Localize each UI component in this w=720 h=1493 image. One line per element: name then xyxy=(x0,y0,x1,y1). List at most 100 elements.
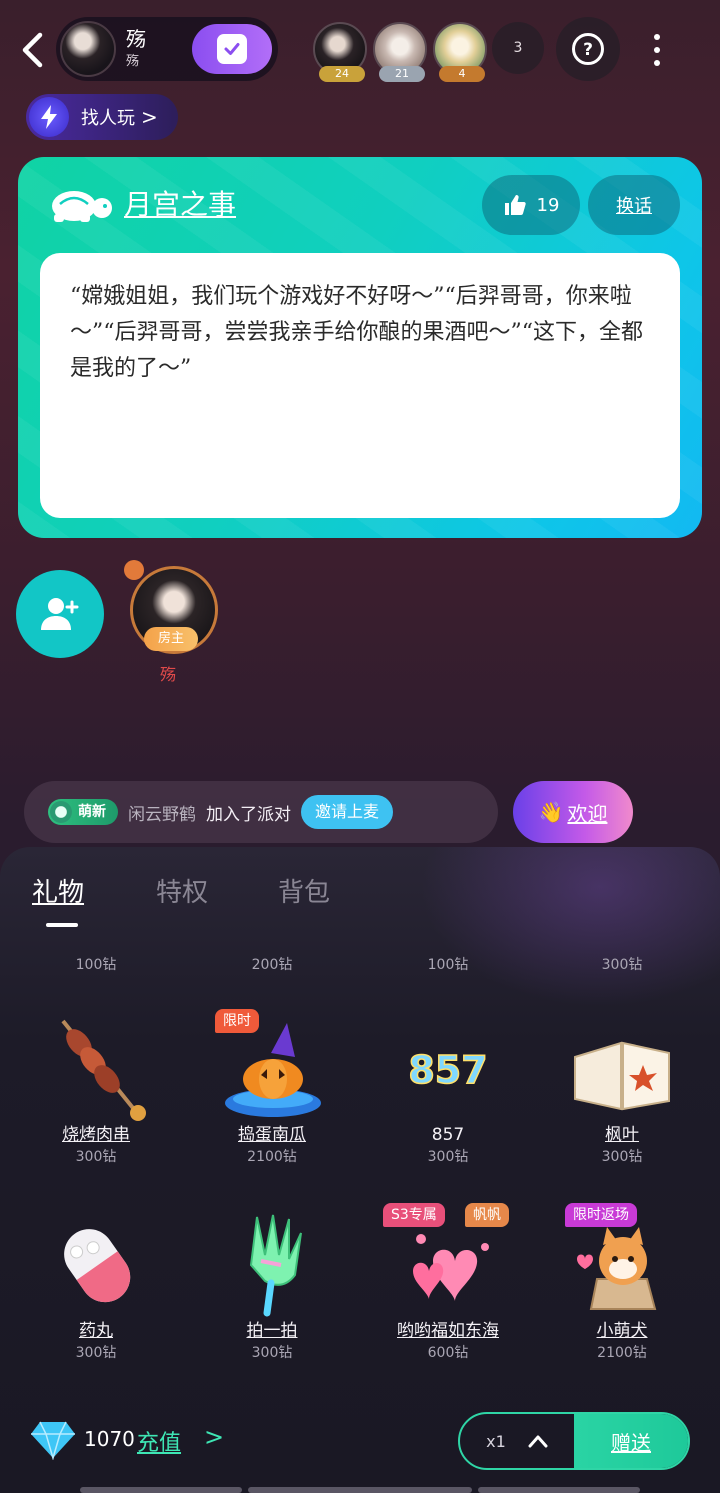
gift-price: 300钻 xyxy=(75,1345,117,1361)
nav-indicator xyxy=(478,1487,640,1493)
gift-price: 100钻 xyxy=(427,957,469,973)
svg-text:?: ? xyxy=(583,40,593,60)
tab-backpack[interactable]: 背包 xyxy=(278,875,330,911)
add-seat-button[interactable] xyxy=(16,570,104,658)
gift-item[interactable]: 857 857 300钻 xyxy=(378,1013,518,1167)
gift-price: 100钻 xyxy=(75,957,117,973)
more-dot xyxy=(654,47,660,53)
quantity-selector[interactable]: x1 xyxy=(460,1414,574,1468)
online-count-button[interactable]: 3 xyxy=(492,22,544,74)
nav-indicator xyxy=(248,1487,472,1493)
gift-name: 小萌犬 xyxy=(596,1321,648,1341)
s3-exclusive-tag: S3专属 xyxy=(383,1203,445,1227)
gift-name: 哟哟福如东海 xyxy=(397,1321,499,1341)
gift-price: 300钻 xyxy=(75,1149,117,1165)
rank-avatar-2[interactable]: 21 xyxy=(373,22,427,82)
clapper-hand-icon xyxy=(217,1209,327,1319)
checkmark-icon xyxy=(217,34,247,64)
gift-price: 300钻 xyxy=(601,957,643,973)
gift-name: 拍一拍 xyxy=(246,1321,298,1341)
chevron-right-icon: > xyxy=(141,105,158,129)
tab-privileges[interactable]: 特权 xyxy=(156,875,208,911)
rank-avatar-3[interactable]: 4 xyxy=(433,22,487,82)
waving-hand-icon: 👋 xyxy=(538,800,564,824)
pumpkin-icon: 限时 xyxy=(215,1009,327,1123)
join-notification: 萌新 闲云野鹤 加入了派对 邀请上麦 xyxy=(24,781,498,843)
gift-item[interactable]: 拍一拍 300钻 xyxy=(202,1209,342,1363)
gift-name: 857 xyxy=(431,1125,465,1145)
gift-name: 药丸 xyxy=(79,1321,113,1341)
switch-topic-button[interactable]: 换话 xyxy=(588,175,680,235)
gift-price: 200钻 xyxy=(251,957,293,973)
quantity-value: x1 xyxy=(486,1431,506,1451)
nav-indicator xyxy=(80,1487,242,1493)
limited-return-tag: 限时返场 xyxy=(565,1203,637,1227)
gift-price: 300钻 xyxy=(601,1149,643,1165)
gift-name: 枫叶 xyxy=(605,1125,639,1145)
neon-857-icon: 857 xyxy=(393,1013,503,1123)
gift-item[interactable]: 烧烤肉串 300钻 xyxy=(26,1013,166,1167)
host-tag: 房主 xyxy=(144,627,198,651)
chevron-left-icon xyxy=(22,32,43,68)
room-avatar[interactable] xyxy=(60,21,116,77)
recharge-link[interactable]: 充值 xyxy=(137,1425,181,1457)
gift-item-partial[interactable]: 300钻 xyxy=(552,955,692,975)
like-button[interactable]: 19 xyxy=(482,175,580,235)
turtle-icon xyxy=(52,191,112,222)
rank-badge: 4 xyxy=(439,66,485,82)
tab-indicator xyxy=(46,923,78,927)
gift-item[interactable]: 药丸 300钻 xyxy=(26,1209,166,1363)
invite-to-mic-button[interactable]: 邀请上麦 xyxy=(301,795,394,829)
kebab-icon xyxy=(41,1013,151,1123)
gift-price: 600钻 xyxy=(427,1345,469,1361)
gift-item[interactable]: 限时 捣蛋南瓜 2100钻 xyxy=(202,1009,342,1167)
find-players-button[interactable]: 找人玩 > xyxy=(26,94,178,140)
send-gift-button[interactable]: 赠送 xyxy=(574,1414,688,1468)
room-info-chip[interactable]: 殇 殇 xyxy=(56,17,278,81)
more-dot xyxy=(654,60,660,66)
like-count: 19 xyxy=(536,194,560,216)
rank-badge: 24 xyxy=(319,66,365,82)
hearts-icon: S3专属 帆帆 xyxy=(383,1203,509,1319)
chat-message: 加入了派对 xyxy=(206,804,291,825)
chevron-right-icon[interactable]: > xyxy=(204,1423,224,1451)
rank-badge: 21 xyxy=(379,66,425,82)
diamond-icon xyxy=(31,1421,75,1460)
gift-price: 300钻 xyxy=(251,1345,293,1361)
pill-icon xyxy=(41,1209,151,1319)
diamond-balance: 1070 xyxy=(84,1427,135,1451)
more-dot xyxy=(654,34,660,40)
chevron-up-icon xyxy=(528,1435,548,1448)
room-name: 殇 xyxy=(126,27,146,51)
gift-price: 2100钻 xyxy=(247,1149,297,1165)
thumbs-up-icon xyxy=(504,195,526,215)
fanfan-tag: 帆帆 xyxy=(465,1203,509,1227)
maple-book-icon xyxy=(567,1013,677,1123)
level-badge: 萌新 xyxy=(48,799,118,825)
topic-text: “嫦娥姐姐，我们玩个游戏好不好呀～”“后羿哥哥，你来啦～”“后羿哥哥，尝尝我亲手… xyxy=(70,284,643,381)
chat-username[interactable]: 闲云野鹤 xyxy=(128,800,196,825)
gift-price: 300钻 xyxy=(427,1149,469,1165)
gift-item[interactable]: 枫叶 300钻 xyxy=(552,1013,692,1167)
back-button[interactable] xyxy=(14,28,50,72)
gift-item[interactable]: S3专属 帆帆 哟哟福如东海 600钻 xyxy=(378,1203,518,1363)
rank-avatar-1[interactable]: 24 xyxy=(313,22,367,82)
limited-tag: 限时 xyxy=(215,1009,259,1033)
more-menu-button[interactable] xyxy=(640,28,674,72)
gift-price: 2100钻 xyxy=(597,1345,647,1361)
send-gift-control: x1 赠送 xyxy=(458,1412,690,1470)
gift-item-partial[interactable]: 100钻 xyxy=(378,955,518,975)
help-button[interactable]: ? xyxy=(556,17,620,81)
welcome-label: 欢迎 xyxy=(567,801,608,826)
gift-item-partial[interactable]: 100钻 xyxy=(26,955,166,975)
lightning-icon xyxy=(29,97,69,137)
tab-gifts[interactable]: 礼物 xyxy=(32,875,84,911)
checkin-button[interactable] xyxy=(192,24,272,74)
bird-decoration-icon xyxy=(124,560,144,580)
host-name: 殇 xyxy=(160,665,177,684)
gift-item[interactable]: 限时返场 小萌犬 2100钻 xyxy=(552,1203,692,1363)
help-icon: ? xyxy=(572,33,604,65)
shiba-dog-icon: 限时返场 xyxy=(565,1203,677,1319)
gift-item-partial[interactable]: 200钻 xyxy=(202,955,342,975)
welcome-button[interactable]: 👋 欢迎 xyxy=(513,781,633,843)
